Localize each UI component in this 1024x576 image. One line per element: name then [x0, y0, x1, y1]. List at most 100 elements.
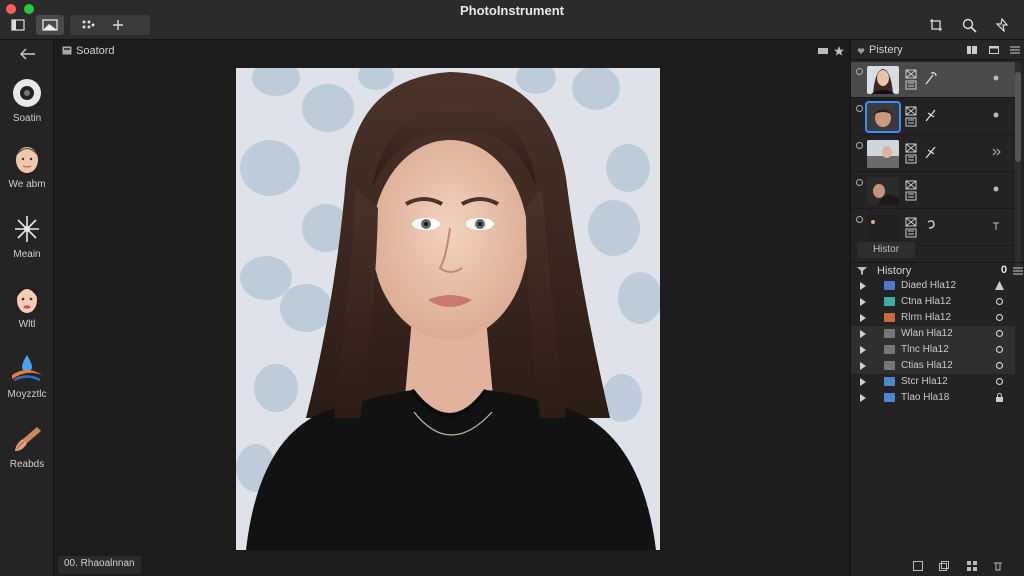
tool-moyzztlc[interactable]: Moyzztlc	[0, 352, 54, 400]
tool-reabds[interactable]: Reabds	[0, 422, 54, 470]
tool-label: Soatin	[12, 113, 42, 124]
filter-icon[interactable]	[857, 266, 867, 276]
check-icon	[995, 377, 1004, 386]
star-icon[interactable]	[833, 46, 845, 56]
history-row[interactable]: Tlao Hla18	[851, 390, 1015, 406]
layer-thumb-icon	[884, 313, 895, 322]
expand-triangle-icon[interactable]	[860, 330, 866, 338]
search-icon[interactable]	[958, 14, 980, 36]
face-icon	[10, 142, 44, 176]
split-view-icon[interactable]	[967, 45, 977, 55]
history-row[interactable]: Rlrm Hla12	[851, 310, 1015, 326]
tool-wltl[interactable]: Wltl	[0, 282, 54, 330]
snapshot-ops-icon	[905, 106, 919, 128]
check-icon	[995, 361, 1004, 370]
history-row[interactable]: Tlnc Hla12	[851, 342, 1015, 358]
back-arrow-icon[interactable]	[18, 46, 38, 62]
layer-thumb-icon	[884, 281, 895, 290]
expand-triangle-icon[interactable]	[860, 282, 866, 290]
tool-meain[interactable]: Meain	[0, 212, 54, 260]
title-bar: PhotoInstrument	[0, 0, 1024, 40]
expand-triangle-icon[interactable]	[860, 314, 866, 322]
tool-we-abm[interactable]: We abm	[0, 142, 54, 190]
snapshot-ops-icon	[905, 143, 919, 165]
snapshot-row[interactable]	[851, 173, 1015, 209]
snapshot-scrollbar[interactable]	[1015, 62, 1021, 272]
heart-icon	[857, 46, 867, 56]
history-row[interactable]: Wlan Hla12	[851, 326, 1015, 342]
grid-icon[interactable]	[967, 561, 977, 571]
hook-icon[interactable]	[925, 219, 937, 233]
layers-icon[interactable]	[817, 46, 829, 56]
snapshot-radio[interactable]	[856, 142, 863, 149]
snapshot-thumbnail	[867, 214, 899, 242]
history-header: History 0	[851, 262, 1024, 278]
portrait-photo[interactable]	[236, 68, 660, 550]
menu-icon[interactable]	[1013, 266, 1023, 276]
warning-triangle-icon	[995, 281, 1004, 290]
history-count: 0	[1001, 264, 1008, 276]
compare-icon[interactable]	[36, 15, 64, 35]
snapshot-radio[interactable]	[856, 68, 863, 75]
snapshot-row[interactable]	[851, 136, 1015, 172]
plus-icon[interactable]	[108, 15, 128, 35]
layer-thumb-icon	[884, 361, 895, 370]
folder-icon[interactable]	[989, 45, 999, 55]
expand-triangle-icon[interactable]	[860, 298, 866, 306]
visibility-icon[interactable]	[991, 73, 1001, 83]
layer-thumb-icon	[884, 377, 895, 386]
history-row[interactable]: Stcr Hla12	[851, 374, 1015, 390]
check-icon	[995, 297, 1004, 306]
pin-icon[interactable]	[991, 14, 1013, 36]
pen-icon[interactable]	[925, 145, 937, 159]
tool-label: We abm	[8, 179, 46, 190]
scrollbar-thumb[interactable]	[1015, 72, 1021, 162]
sidebar-toggle-icon[interactable]	[8, 15, 28, 35]
pin-small-icon[interactable]	[991, 221, 1001, 231]
check-icon	[995, 329, 1004, 338]
snapshot-radio[interactable]	[856, 179, 863, 186]
window-title: PhotoInstrument	[460, 3, 564, 18]
expand-triangle-icon[interactable]	[860, 394, 866, 402]
visibility-icon[interactable]	[991, 184, 1001, 194]
history-row-label: Tlnc Hla12	[901, 344, 949, 355]
snapshot-row[interactable]	[851, 99, 1015, 135]
crop-icon[interactable]	[925, 14, 947, 36]
tool-label: Meain	[13, 249, 41, 260]
history-row-label: Ctias Hla12	[901, 360, 953, 371]
snapshot-thumbnail	[867, 140, 899, 168]
pen-icon[interactable]	[925, 108, 937, 122]
trash-icon[interactable]	[993, 561, 1003, 571]
history-row-label: Diaed Hla12	[901, 280, 957, 291]
duplicate-icon[interactable]	[939, 561, 949, 571]
canvas-header: Soatord	[54, 40, 850, 62]
tool-soatin[interactable]: Soatin	[0, 76, 54, 124]
history-row-label: Rlrm Hla12	[901, 312, 952, 323]
history-tab[interactable]: Histor	[857, 242, 915, 258]
history-row-label: Tlao Hla18	[901, 392, 950, 403]
wand-icon[interactable]	[925, 71, 937, 85]
snapshot-thumbnail	[867, 177, 899, 205]
history-row-label: Ctna Hla12	[901, 296, 952, 307]
visibility-icon[interactable]	[991, 110, 1001, 120]
visibility-icon[interactable]	[991, 147, 1001, 157]
snapshot-radio[interactable]	[856, 105, 863, 112]
expand-triangle-icon[interactable]	[860, 362, 866, 370]
menu-icon[interactable]	[1010, 45, 1020, 55]
check-icon	[995, 313, 1004, 322]
snapshot-ops-icon	[905, 180, 919, 202]
snapshot-row[interactable]	[851, 62, 1015, 98]
expand-triangle-icon[interactable]	[860, 346, 866, 354]
new-layer-icon[interactable]	[913, 561, 923, 571]
history-row[interactable]: Ctna Hla12	[851, 294, 1015, 310]
right-panel: Pistery Histor History 0 Diaed Hla12 Ctn…	[850, 40, 1024, 576]
history-row[interactable]: Diaed Hla12	[851, 278, 1015, 294]
history-row[interactable]: Ctias Hla12	[851, 358, 1015, 374]
snapshot-row[interactable]	[851, 210, 1015, 246]
snapshot-radio[interactable]	[856, 216, 863, 223]
expand-triangle-icon[interactable]	[860, 378, 866, 386]
grid-dots-icon[interactable]	[78, 15, 98, 35]
tools-sidebar: Soatin We abm Meain Wltl Moyzztlc Reabds	[0, 40, 54, 576]
snapshot-ops-icon	[905, 217, 919, 239]
snapshot-ops-icon	[905, 69, 919, 91]
